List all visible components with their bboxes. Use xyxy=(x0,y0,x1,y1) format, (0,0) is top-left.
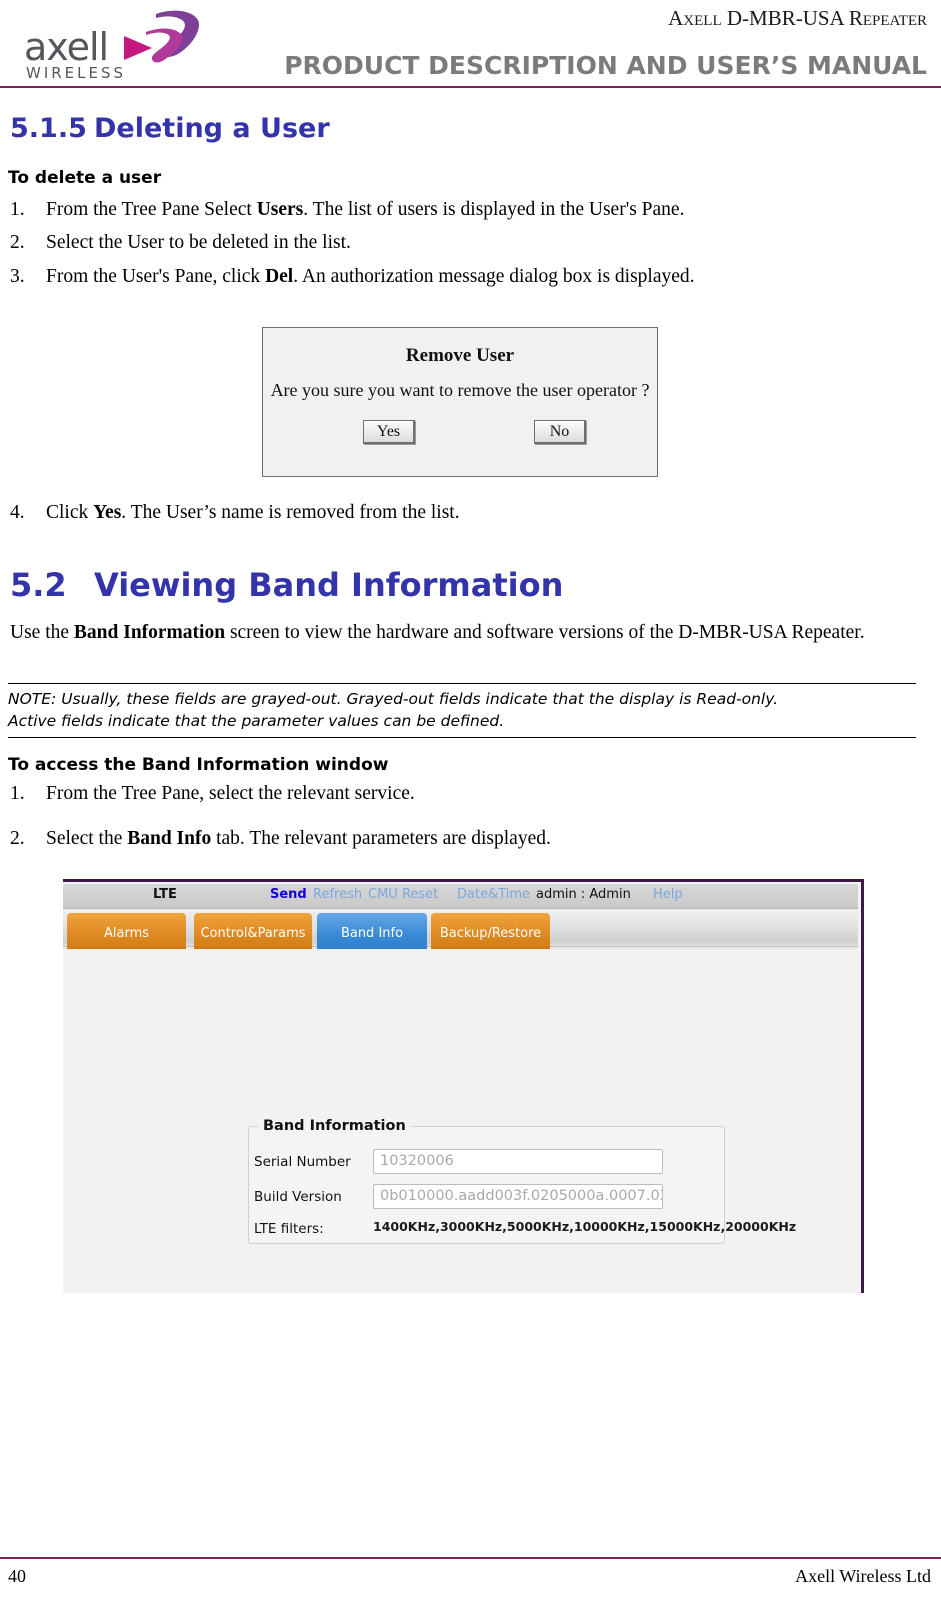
logo-tagline: WIRELESS xyxy=(26,64,127,82)
list-text-post: . An authorization message dialog box is… xyxy=(293,266,695,287)
note-line-1: NOTE: Usually, these fields are grayed-o… xyxy=(8,690,779,708)
note-line-2: Active fields indicate that the paramete… xyxy=(8,712,505,730)
list-text-bold: Band Info xyxy=(127,828,212,849)
list-item: 1. From the Tree Pane, select the relevan… xyxy=(0,783,415,805)
section-title: Deleting a User xyxy=(94,113,330,144)
list-text-pre: Select the xyxy=(46,828,128,849)
list-item: 2. Select the User to be deleted in the l… xyxy=(0,232,351,254)
list-text-bold: Del xyxy=(265,266,294,287)
band-information-legend: Band Information xyxy=(258,1118,411,1134)
list-text-post: . The list of users is displayed in the … xyxy=(303,199,685,220)
tab-control-params[interactable]: Control&Params xyxy=(194,913,312,949)
list-text-post: tab. The relevant parameters are display… xyxy=(211,828,551,849)
page-header: axell WIRELESS Axell D-MBR-USA Repeater … xyxy=(0,0,941,88)
dialog-no-button[interactable]: No xyxy=(534,420,586,444)
section-title: Viewing Band Information xyxy=(94,566,564,604)
axell-logo: axell WIRELESS xyxy=(18,6,200,82)
section-number: 5.1.5 xyxy=(10,113,87,144)
list-text-pre: From the Tree Pane, select the relevant … xyxy=(46,783,415,804)
paragraph-pre: Use the xyxy=(10,622,74,643)
dialog-yes-button[interactable]: Yes xyxy=(363,420,415,444)
menubar-cmu-reset-link[interactable]: CMU Reset xyxy=(368,887,438,902)
build-version-label: Build Version xyxy=(254,1189,342,1205)
header-product-title: Axell D-MBR-USA Repeater xyxy=(668,6,927,30)
note-callout: NOTE: Usually, these fields are grayed-o… xyxy=(8,683,916,738)
header-divider xyxy=(0,86,941,88)
list-text-pre: From the User's Pane, click xyxy=(46,266,266,287)
list-marker: 2. xyxy=(10,828,25,849)
logo-wordmark: axell xyxy=(24,25,109,69)
list-marker: 1. xyxy=(10,199,25,220)
menubar-service-label: LTE xyxy=(153,887,177,902)
subheading-to-delete-a-user: To delete a user xyxy=(8,168,162,188)
list-marker: 4. xyxy=(10,502,25,523)
list-marker: 1. xyxy=(10,783,25,804)
header-manual-title: PRODUCT DESCRIPTION AND USER’S MANUAL xyxy=(284,51,927,80)
paragraph-bold: Band Information xyxy=(73,622,226,643)
list-text-pre: From the Tree Pane Select xyxy=(46,199,257,220)
tab-band-info[interactable]: Band Info xyxy=(317,913,427,949)
menubar-datetime-link[interactable]: Date&Time xyxy=(457,887,530,902)
list-text-pre: Select the User to be deleted in the lis… xyxy=(46,232,351,253)
subheading-to-access-band-info: To access the Band Information window xyxy=(8,755,389,775)
list-item: 2. Select the Band Info tab. The relevant… xyxy=(0,828,551,850)
dialog-title: Remove User xyxy=(405,345,515,366)
list-marker: 2. xyxy=(10,232,25,253)
list-text-post: . The User’s name is removed from the li… xyxy=(121,502,460,523)
section-number: 5.2 xyxy=(10,566,67,604)
axell-swoosh-icon xyxy=(124,10,200,63)
remove-user-dialog: Remove User Are you sure you want to rem… xyxy=(262,327,658,477)
tab-alarms[interactable]: Alarms xyxy=(67,913,186,949)
list-text-pre: Click xyxy=(46,502,94,523)
menubar-refresh-link[interactable]: Refresh xyxy=(313,887,362,902)
dialog-message: Are you sure you want to remove the user… xyxy=(270,380,650,400)
list-text-bold: Users xyxy=(256,199,304,220)
list-item: 4. Click Yes. The User’s name is removed … xyxy=(0,502,460,524)
menubar-send-link[interactable]: Send xyxy=(270,887,307,902)
footer-page-number: 40 xyxy=(8,1566,26,1586)
section-heading-5-1-5: 5.1.5 Deleting a User xyxy=(10,113,330,144)
menubar-help-link[interactable]: Help xyxy=(653,887,683,902)
list-text-bold: Yes xyxy=(93,502,122,523)
list-item: 1. From the Tree Pane Select Users. The l… xyxy=(0,199,684,221)
tab-backup-restore[interactable]: Backup/Restore xyxy=(431,913,550,949)
lte-filters-label: LTE filters: xyxy=(254,1221,324,1237)
section-heading-5-2: 5.2 Viewing Band Information xyxy=(10,566,563,604)
list-item: 3. From the User's Pane, click Del. An au… xyxy=(0,266,695,288)
list-marker: 3. xyxy=(10,266,25,287)
menubar-user-label: admin : Admin xyxy=(536,887,631,902)
serial-number-field[interactable]: 10320006 xyxy=(373,1149,663,1174)
lte-filters-value: 1400KHz,3000KHz,5000KHz,10000KHz,15000KH… xyxy=(373,1219,797,1234)
footer-divider xyxy=(0,1557,941,1559)
app-tabstrip: Alarms Control&Params Band Info Backup/R… xyxy=(63,909,858,951)
serial-number-label: Serial Number xyxy=(254,1154,351,1170)
paragraph-post: screen to view the hardware and software… xyxy=(225,622,865,643)
app-menubar: LTE Send Refresh CMU Reset Date&Time adm… xyxy=(63,884,858,909)
footer-company: Axell Wireless Ltd xyxy=(795,1566,931,1586)
paragraph-band-information-intro: Use the Band Information screen to view … xyxy=(10,620,922,646)
build-version-field[interactable]: 0b010000.aadd003f.0205000a.0007.02 xyxy=(373,1184,663,1209)
